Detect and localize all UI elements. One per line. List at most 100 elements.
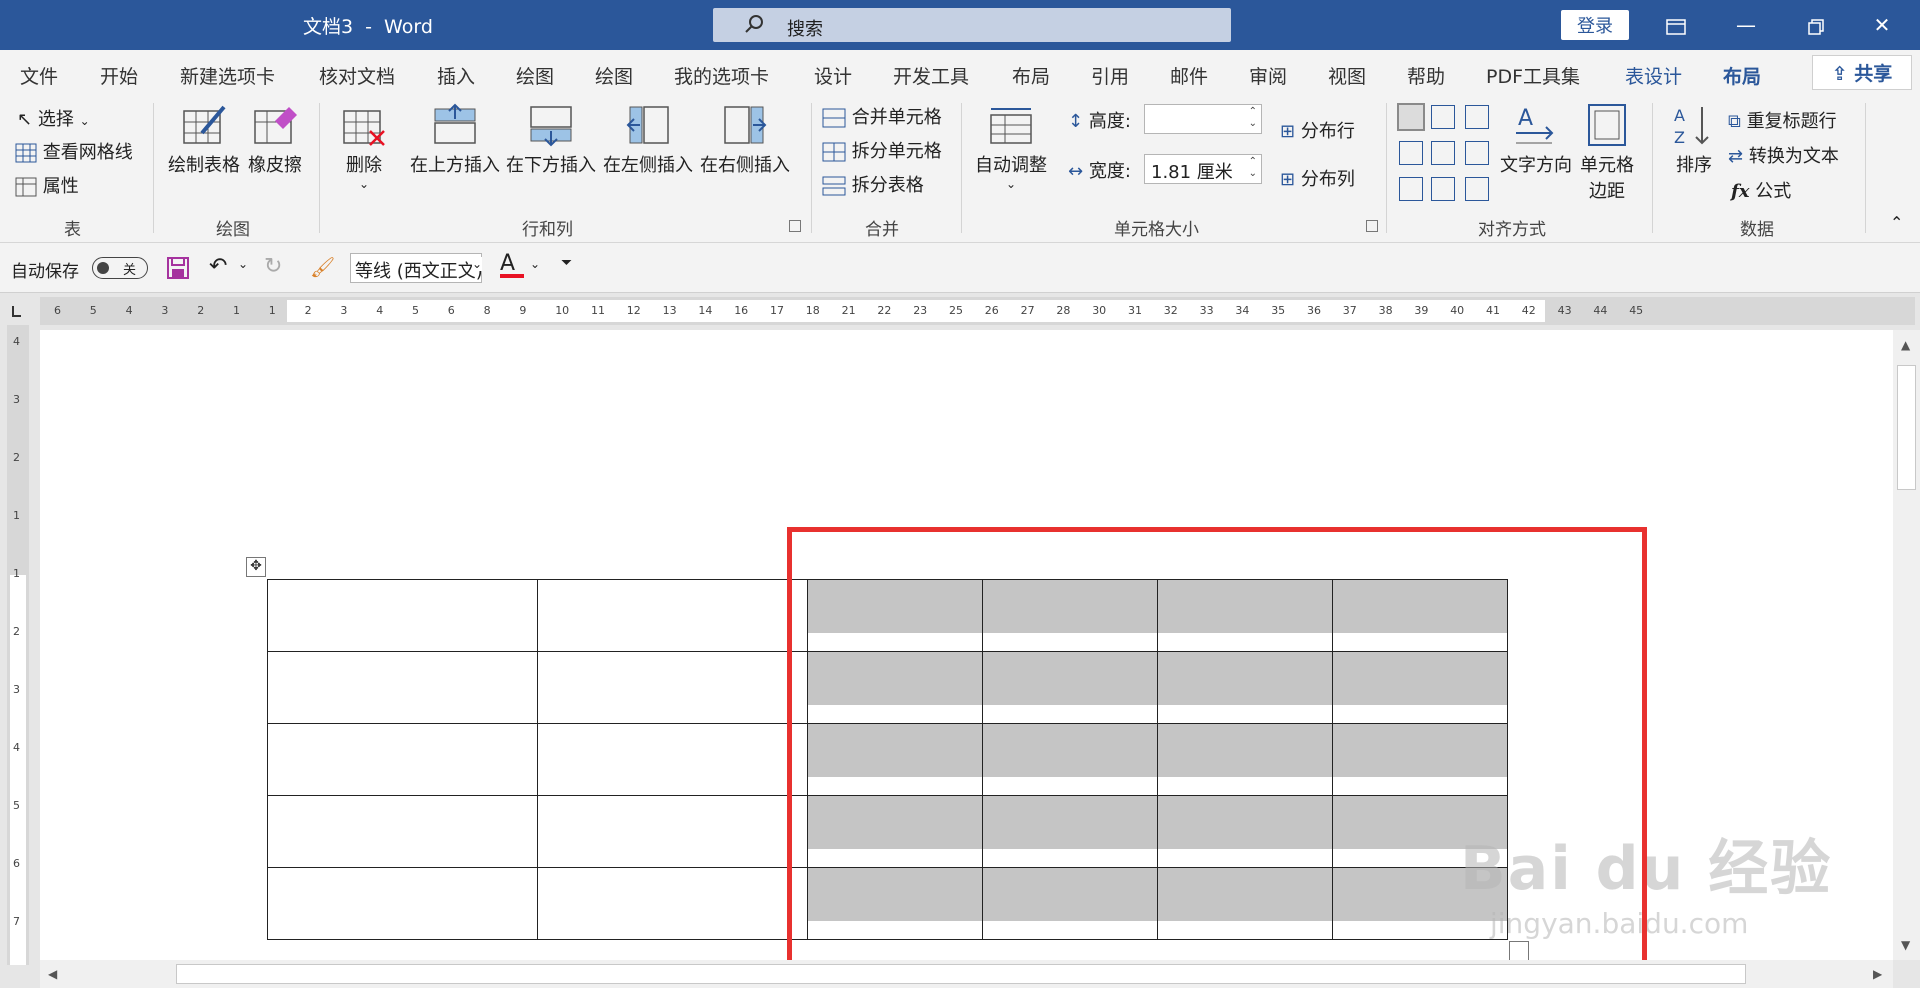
insert-right-button[interactable]: 在右侧插入	[700, 103, 790, 177]
tab-references[interactable]: 引用	[1091, 62, 1129, 89]
table-cell-selected[interactable]	[1157, 723, 1333, 796]
tab-new-tab[interactable]: 新建选项卡	[180, 62, 275, 89]
tab-my-tab[interactable]: 我的选项卡	[674, 62, 769, 89]
vertical-ruler[interactable]: 4 3 2 1 1 2 3 4 5 6 7	[7, 325, 29, 965]
repeat-header-rows-button[interactable]: ⧉ 重复标题行	[1728, 107, 1837, 133]
sort-button[interactable]: AZ 排序	[1670, 103, 1718, 177]
tab-mailings[interactable]: 邮件	[1170, 62, 1208, 89]
table-cell-selected[interactable]	[807, 795, 983, 868]
formula-button[interactable]: fx 公式	[1731, 177, 1791, 203]
minimize-icon[interactable]: —	[1716, 0, 1776, 50]
tab-selector-icon[interactable]	[5, 300, 30, 322]
table-cell-selected[interactable]	[1157, 651, 1333, 724]
table-move-handle-icon[interactable]: ✥	[246, 557, 266, 577]
search-box[interactable]: 搜索	[713, 8, 1231, 42]
table-cell-selected[interactable]	[1157, 867, 1333, 940]
table-cell-selected[interactable]	[982, 579, 1158, 652]
close-icon[interactable]: ✕	[1852, 0, 1912, 50]
select-button[interactable]: ↖ 选择 ⌄	[17, 105, 90, 131]
properties-button[interactable]: 属性	[15, 172, 79, 198]
align-top-right-icon[interactable]	[1465, 105, 1489, 129]
merge-cells-button[interactable]: 合并单元格	[822, 103, 942, 129]
font-color-icon[interactable]: A	[500, 251, 524, 278]
cell-margins-button[interactable]: 单元格 边距	[1580, 103, 1634, 203]
tab-developer[interactable]: 开发工具	[893, 62, 969, 89]
tab-home[interactable]: 开始	[100, 62, 138, 89]
dialog-launcher-icon[interactable]	[1366, 220, 1378, 232]
chevron-down-icon[interactable]: ⌄	[472, 257, 483, 271]
tab-draw-2[interactable]: 绘图	[595, 62, 633, 89]
spin-arrows-icon[interactable]: ⌃ ⌄	[1249, 156, 1257, 180]
tab-review[interactable]: 审阅	[1249, 62, 1287, 89]
vertical-scrollbar[interactable]: ▲ ▼	[1893, 330, 1920, 960]
chevron-down-icon[interactable]: ⌄	[238, 257, 248, 271]
tab-table-layout[interactable]: 布局	[1723, 62, 1762, 98]
save-icon[interactable]	[166, 256, 190, 284]
align-bottom-right-icon[interactable]	[1465, 177, 1489, 201]
width-input[interactable]: 1.81 厘米 ⌃ ⌄	[1144, 154, 1262, 184]
table-cell[interactable]	[537, 579, 808, 652]
share-button[interactable]: ⇪ 共享	[1812, 55, 1912, 90]
table-cell[interactable]	[267, 867, 538, 940]
scroll-thumb[interactable]	[1897, 365, 1916, 490]
customize-toolbar-icon[interactable]: ⏷	[561, 255, 572, 271]
insert-left-button[interactable]: 在左侧插入	[603, 103, 693, 177]
view-gridlines-button[interactable]: 查看网格线	[15, 138, 133, 164]
align-middle-left-icon[interactable]	[1399, 141, 1423, 165]
table-cell-selected[interactable]	[1332, 579, 1508, 652]
table-cell-selected[interactable]	[1157, 579, 1333, 652]
text-direction-button[interactable]: A 文字方向	[1500, 103, 1572, 177]
undo-icon[interactable]: ↶	[209, 254, 227, 279]
distribute-columns-button[interactable]: ⊞ 分布列	[1280, 165, 1355, 191]
table-cell-selected[interactable]	[807, 651, 983, 724]
tab-layout[interactable]: 布局	[1012, 62, 1050, 89]
delete-button[interactable]: 删除 ⌄	[340, 103, 388, 191]
collapse-ribbon-icon[interactable]: ⌃	[1890, 213, 1903, 232]
autofit-button[interactable]: 自动调整 ⌄	[975, 103, 1047, 191]
scroll-left-icon[interactable]: ◀	[48, 967, 57, 981]
scroll-thumb[interactable]	[176, 964, 1746, 984]
insert-below-button[interactable]: 在下方插入	[506, 103, 596, 177]
table-cell[interactable]	[537, 651, 808, 724]
align-middle-center-icon[interactable]	[1431, 141, 1455, 165]
spin-arrows-icon[interactable]: ⌃ ⌄	[1249, 106, 1257, 130]
table-cell-selected[interactable]	[1157, 795, 1333, 868]
scroll-up-icon[interactable]: ▲	[1901, 338, 1910, 352]
scroll-right-icon[interactable]: ▶	[1873, 967, 1882, 981]
draw-table-button[interactable]: 绘制表格	[168, 103, 240, 177]
table-resize-handle[interactable]	[1509, 941, 1529, 961]
table-cell[interactable]	[267, 795, 538, 868]
align-bottom-left-icon[interactable]	[1399, 177, 1423, 201]
table-cell-selected[interactable]	[982, 867, 1158, 940]
autosave-toggle[interactable]: 关	[92, 257, 148, 279]
table-cell-selected[interactable]	[1332, 723, 1508, 796]
font-select[interactable]: 等线 (西文正文)	[350, 253, 482, 283]
table-cell[interactable]	[267, 723, 538, 796]
height-input[interactable]: ⌃ ⌄	[1144, 104, 1262, 134]
maximize-icon[interactable]	[1786, 0, 1846, 50]
tab-draw-1[interactable]: 绘图	[516, 62, 554, 89]
format-painter-icon[interactable]: 🖌	[310, 255, 335, 279]
table-cell-selected[interactable]	[807, 723, 983, 796]
table-cell-selected[interactable]	[982, 651, 1158, 724]
align-middle-right-icon[interactable]	[1465, 141, 1489, 165]
table-cell[interactable]	[537, 867, 808, 940]
distribute-rows-button[interactable]: ⊞ 分布行	[1280, 117, 1355, 143]
tab-help[interactable]: 帮助	[1407, 62, 1445, 89]
split-cells-button[interactable]: 拆分单元格	[822, 137, 942, 163]
dialog-launcher-icon[interactable]	[789, 220, 801, 232]
horizontal-scrollbar[interactable]: ◀ ▶	[40, 960, 1893, 988]
split-table-button[interactable]: 拆分表格	[822, 171, 924, 197]
login-button[interactable]: 登录	[1561, 10, 1629, 40]
insert-above-button[interactable]: 在上方插入	[410, 103, 500, 177]
table-cell-selected[interactable]	[807, 867, 983, 940]
tab-insert[interactable]: 插入	[437, 62, 475, 89]
tab-table-design[interactable]: 表设计	[1625, 62, 1682, 89]
horizontal-ruler[interactable]: 6 5 4 3 2 1 1 2 3 4 5 6 8 9 10 11 12 13 14 16 17 18 21 22 23 25 26…	[40, 297, 1915, 325]
table-cell-selected[interactable]	[982, 723, 1158, 796]
tab-view[interactable]: 视图	[1328, 62, 1366, 89]
tab-review-doc[interactable]: 核对文档	[319, 62, 395, 89]
table-cell[interactable]	[267, 579, 538, 652]
tab-file[interactable]: 文件	[20, 62, 58, 89]
tab-pdf-tools[interactable]: PDF工具集	[1486, 62, 1580, 89]
